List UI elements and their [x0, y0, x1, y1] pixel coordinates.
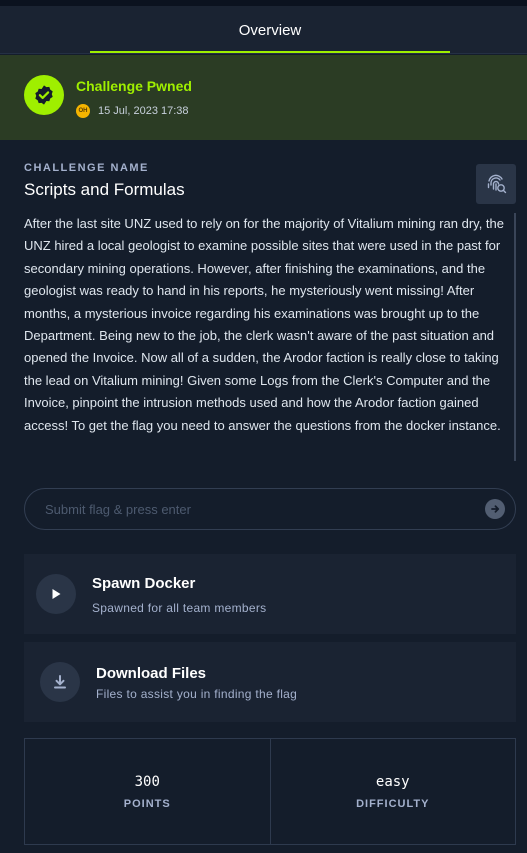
- download-icon: [40, 662, 80, 702]
- flag-input[interactable]: [45, 489, 465, 529]
- play-icon: [36, 574, 76, 614]
- fingerprint-search-button[interactable]: [476, 164, 516, 204]
- spawn-docker-subtitle: Spawned for all team members: [92, 601, 267, 615]
- spawn-docker-card[interactable]: Spawn Docker Spawned for all team member…: [24, 554, 516, 634]
- tab-overview[interactable]: Overview: [90, 6, 450, 54]
- avatar: OH: [76, 104, 90, 118]
- points-stat: 300 POINTS: [25, 739, 270, 844]
- difficulty-value: easy: [375, 773, 410, 790]
- pwned-banner: Challenge Pwned OH 15 Jul, 2023 17:38: [0, 55, 527, 140]
- download-files-title: Download Files: [96, 665, 207, 682]
- download-files-card[interactable]: Download Files Files to assist you in fi…: [24, 642, 516, 722]
- difficulty-label: DIFFICULTY: [356, 797, 430, 810]
- challenge-description: After the last site UNZ used to rely on …: [24, 213, 516, 461]
- tab-overview-label: Overview: [238, 21, 302, 39]
- challenge-name: Scripts and Formulas: [24, 180, 185, 199]
- pwned-title: Challenge Pwned: [76, 78, 192, 94]
- points-label: POINTS: [123, 797, 171, 810]
- points-value: 300: [134, 773, 160, 790]
- pwned-meta: OH 15 Jul, 2023 17:38: [76, 104, 189, 118]
- flag-input-container: [24, 488, 516, 530]
- spawn-docker-title: Spawn Docker: [92, 575, 196, 592]
- fingerprint-search-icon: [487, 174, 507, 194]
- tab-active-indicator: [90, 51, 450, 53]
- challenge-stats: 300 POINTS easy DIFFICULTY: [24, 738, 516, 845]
- verified-check-icon: [24, 75, 64, 115]
- tab-bar: Overview: [0, 6, 527, 54]
- submit-flag-button[interactable]: [485, 499, 505, 519]
- download-files-subtitle: Files to assist you in finding the flag: [96, 687, 298, 701]
- pwned-date: 15 Jul, 2023 17:38: [98, 105, 189, 117]
- challenge-name-label: CHALLENGE NAME: [24, 162, 149, 174]
- difficulty-stat: easy DIFFICULTY: [269, 739, 516, 844]
- arrow-right-icon: [491, 505, 500, 513]
